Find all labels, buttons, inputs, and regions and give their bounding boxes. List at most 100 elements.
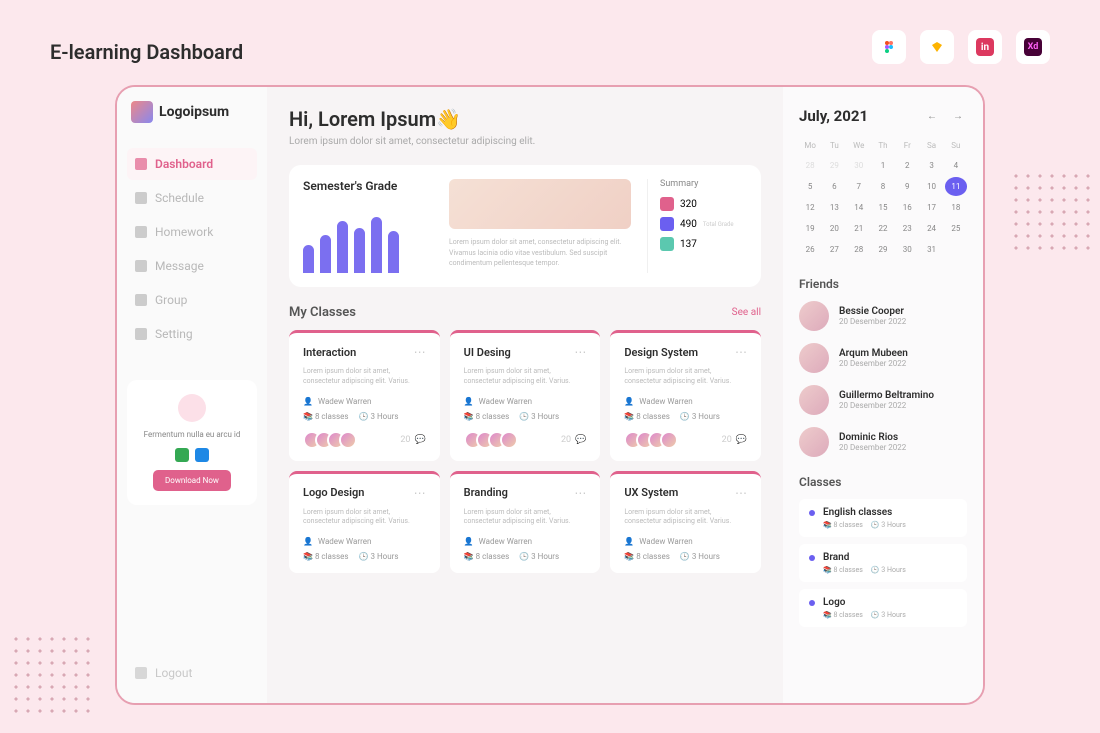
figma-icon xyxy=(872,30,906,64)
calendar-day[interactable]: 3 xyxy=(920,156,942,175)
friend-date: 20 Desember 2022 xyxy=(839,359,908,368)
class-desc: Lorem ipsum dolor sit amet, consectetur … xyxy=(624,367,747,387)
calendar-day[interactable]: 28 xyxy=(848,240,870,259)
more-icon[interactable]: ⋯ xyxy=(574,345,586,359)
class-side-row[interactable]: English classes📚 8 classes🕒 3 Hours xyxy=(799,499,967,537)
calendar-day[interactable]: 18 xyxy=(945,198,967,217)
class-count: 📚 8 classes xyxy=(624,552,670,561)
class-desc: Lorem ipsum dolor sit amet, consectetur … xyxy=(303,367,426,387)
calendar-day[interactable]: 28 xyxy=(799,156,821,175)
promo-icon xyxy=(178,394,206,422)
hero-title: Semester's Grade xyxy=(303,179,433,193)
calendar-day[interactable]: 14 xyxy=(848,198,870,217)
class-count: 📚 8 classes xyxy=(303,552,349,561)
calendar-day[interactable]: 31 xyxy=(920,240,942,259)
grade-bar xyxy=(320,235,331,274)
class-card[interactable]: Branding ⋯ Lorem ipsum dolor sit amet, con… xyxy=(450,471,601,574)
class-desc: Lorem ipsum dolor sit amet, consectetur … xyxy=(464,508,587,528)
calendar-day[interactable]: 8 xyxy=(872,177,894,196)
sidebar-item-homework[interactable]: Homework xyxy=(127,216,257,248)
class-card[interactable]: UX System⋯Lorem ipsum dolor sit amet, co… xyxy=(610,471,761,574)
calendar-day[interactable]: 4 xyxy=(945,156,967,175)
calendar-dow: Th xyxy=(872,137,894,154)
calendar-day[interactable]: 12 xyxy=(799,198,821,217)
calendar-day[interactable]: 5 xyxy=(799,177,821,196)
sidebar-item-message[interactable]: Message xyxy=(127,250,257,282)
see-all-link[interactable]: See all xyxy=(732,307,761,318)
person-icon: 👤 xyxy=(624,537,634,546)
avatar xyxy=(660,431,678,449)
calendar-day[interactable]: 30 xyxy=(848,156,870,175)
calendar-day[interactable]: 29 xyxy=(872,240,894,259)
calendar-day[interactable]: 6 xyxy=(823,177,845,196)
sidebar-item-dashboard[interactable]: Dashboard xyxy=(127,148,257,180)
friend-row[interactable]: Guillermo Beltramino20 Desember 2022 xyxy=(799,385,967,415)
avatar xyxy=(799,427,829,457)
calendar-day[interactable]: 22 xyxy=(872,219,894,238)
calendar-day[interactable]: 24 xyxy=(920,219,942,238)
schedule-icon xyxy=(135,192,147,204)
logo-text: Logoipsum xyxy=(159,104,229,120)
friend-row[interactable]: Arqum Mubeen20 Desember 2022 xyxy=(799,343,967,373)
nav-label: Dashboard xyxy=(155,157,213,171)
semester-grade-card: Semester's Grade Lorem ipsum dolor sit a… xyxy=(289,165,761,287)
calendar-day[interactable]: 20 xyxy=(823,219,845,238)
calendar-day[interactable]: 29 xyxy=(823,156,845,175)
calendar-day[interactable]: 11 xyxy=(945,177,967,196)
sidebar-item-setting[interactable]: Setting xyxy=(127,318,257,350)
class-teacher: 👤 Wadew Warren xyxy=(464,537,587,546)
class-side-title: Brand xyxy=(823,552,906,563)
class-card[interactable]: Logo Design⋯Lorem ipsum dolor sit amet, … xyxy=(289,471,440,574)
class-side-row[interactable]: Logo📚 8 classes🕒 3 Hours xyxy=(799,589,967,627)
calendar-day[interactable]: 13 xyxy=(823,198,845,217)
calendar-day[interactable]: 30 xyxy=(896,240,918,259)
calendar-day[interactable]: 23 xyxy=(896,219,918,238)
more-icon[interactable]: ⋯ xyxy=(574,486,586,500)
more-icon[interactable]: ⋯ xyxy=(735,345,747,359)
calendar-next-button[interactable]: → xyxy=(949,107,967,125)
dot-icon xyxy=(809,510,815,516)
sidebar-item-schedule[interactable]: Schedule xyxy=(127,182,257,214)
calendar-day[interactable]: 25 xyxy=(945,219,967,238)
nav-label: Group xyxy=(155,293,187,307)
friend-row[interactable]: Dominic Rios20 Desember 2022 xyxy=(799,427,967,457)
calendar-day[interactable]: 16 xyxy=(896,198,918,217)
logout-button[interactable]: Logout xyxy=(127,657,257,689)
friend-row[interactable]: Bessie Cooper20 Desember 2022 xyxy=(799,301,967,331)
class-side-hours: 🕒 3 Hours xyxy=(871,521,906,529)
calendar-day[interactable]: 15 xyxy=(872,198,894,217)
class-side-count: 📚 8 classes xyxy=(823,611,863,619)
grade-bar xyxy=(371,217,382,273)
more-icon[interactable]: ⋯ xyxy=(735,486,747,500)
calendar-day[interactable]: 26 xyxy=(799,240,821,259)
calendar-day[interactable]: 7 xyxy=(848,177,870,196)
class-card[interactable]: UI Desing⋯Lorem ipsum dolor sit amet, co… xyxy=(450,330,601,461)
calendar-day[interactable]: 1 xyxy=(872,156,894,175)
calendar-day[interactable]: 9 xyxy=(896,177,918,196)
class-desc: Lorem ipsum dolor sit amet, consectetur … xyxy=(303,508,426,528)
more-icon[interactable]: ⋯ xyxy=(414,345,426,359)
calendar-day[interactable]: 27 xyxy=(823,240,845,259)
class-teacher: 👤 Wadew Warren xyxy=(624,397,747,406)
class-hours: 🕒 3 Hours xyxy=(519,552,559,561)
calendar-prev-button[interactable]: ← xyxy=(923,107,941,125)
calendar-day[interactable]: 2 xyxy=(896,156,918,175)
nav-label: Setting xyxy=(155,327,193,341)
class-card[interactable]: Interaction⋯Lorem ipsum dolor sit amet, … xyxy=(289,330,440,461)
calendar-day[interactable]: 21 xyxy=(848,219,870,238)
page-title: E-learning Dashboard xyxy=(50,40,243,64)
class-card[interactable]: Design System⋯Lorem ipsum dolor sit amet… xyxy=(610,330,761,461)
calendar-day[interactable]: 19 xyxy=(799,219,821,238)
download-button[interactable]: Download Now xyxy=(153,470,231,491)
friend-name: Dominic Rios xyxy=(839,432,906,443)
class-title: Branding xyxy=(464,486,508,499)
calendar-day[interactable]: 10 xyxy=(920,177,942,196)
class-side-hours: 🕒 3 Hours xyxy=(871,566,906,574)
logo-mark-icon xyxy=(131,101,153,123)
app-frame: Logoipsum Dashboard ScheduleHomeworkMessa… xyxy=(115,85,985,705)
class-teacher: 👤 Wadew Warren xyxy=(464,397,587,406)
more-icon[interactable]: ⋯ xyxy=(414,486,426,500)
calendar-day[interactable]: 17 xyxy=(920,198,942,217)
sidebar-item-group[interactable]: Group xyxy=(127,284,257,316)
class-side-row[interactable]: Brand📚 8 classes🕒 3 Hours xyxy=(799,544,967,582)
